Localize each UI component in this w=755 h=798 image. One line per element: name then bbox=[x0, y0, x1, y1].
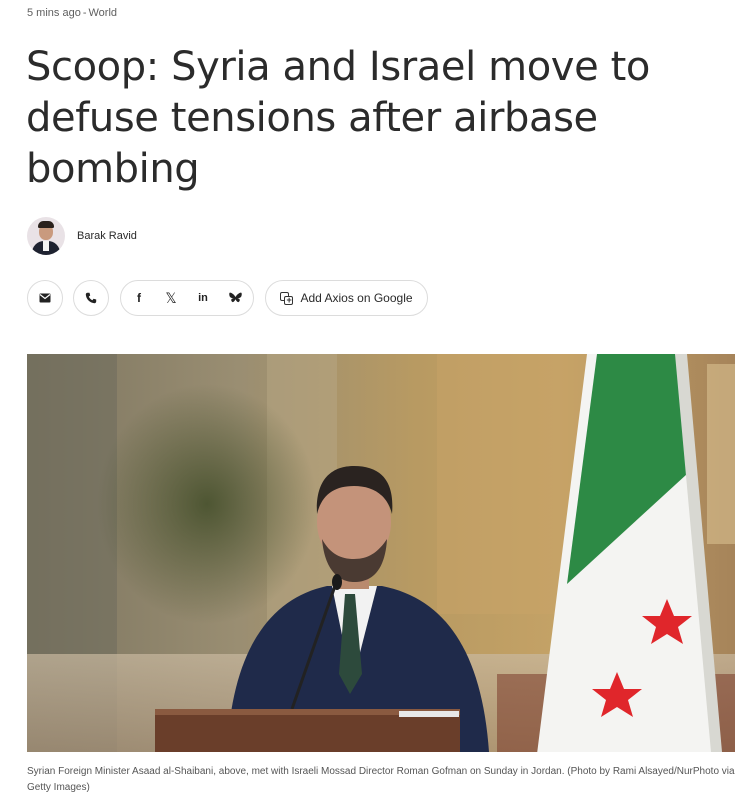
linkedin-icon: in bbox=[198, 291, 208, 304]
add-axios-google-button[interactable]: + Add Axios on Google bbox=[265, 280, 428, 316]
article-photo bbox=[27, 354, 735, 752]
phone-icon bbox=[85, 292, 97, 304]
linkedin-share-button[interactable]: in bbox=[187, 291, 219, 304]
timestamp: 5 mins ago bbox=[27, 7, 81, 19]
author-name[interactable]: Barak Ravid bbox=[77, 230, 137, 242]
x-icon: 𝕏 bbox=[165, 290, 177, 306]
article-headline: Scoop: Syria and Israel move to defuse t… bbox=[26, 44, 650, 192]
byline: Barak Ravid bbox=[27, 217, 137, 255]
add-axios-google-label: Add Axios on Google bbox=[300, 291, 413, 305]
social-share-group: f 𝕏 in bbox=[120, 280, 254, 316]
bluesky-icon bbox=[228, 292, 242, 303]
x-share-button[interactable]: 𝕏 bbox=[155, 291, 187, 305]
photo-caption: Syrian Foreign Minister Asaad al-Shaiban… bbox=[27, 766, 735, 793]
add-source-icon: + bbox=[280, 291, 294, 305]
author-avatar[interactable] bbox=[27, 217, 65, 255]
facebook-share-button[interactable]: f bbox=[123, 292, 155, 304]
meta-separator: - bbox=[82, 7, 87, 19]
article-meta: 5 mins ago - World bbox=[27, 7, 117, 19]
photo-illustration bbox=[27, 354, 735, 752]
email-share-button[interactable] bbox=[27, 280, 63, 316]
email-icon bbox=[39, 293, 51, 303]
section-link[interactable]: World bbox=[88, 7, 117, 19]
facebook-icon: f bbox=[137, 291, 141, 305]
bluesky-share-button[interactable] bbox=[219, 292, 251, 304]
sms-share-button[interactable] bbox=[73, 280, 109, 316]
